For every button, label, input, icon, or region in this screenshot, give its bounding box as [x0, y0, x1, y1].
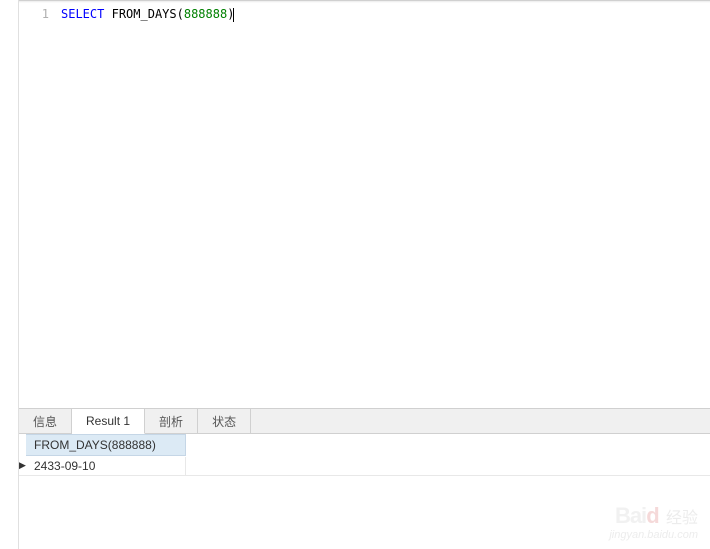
tab-info[interactable]: 信息 [19, 409, 72, 433]
result-cell-value: 2433-09-10 [34, 459, 95, 473]
table-row[interactable]: ▶ 2433-09-10 [19, 456, 710, 476]
tab-status-label: 状态 [212, 413, 236, 430]
code-area[interactable]: SELECT FROM_DAYS(888888) [61, 1, 710, 408]
main-container: 1 SELECT FROM_DAYS(888888) 信息 Result 1 剖… [18, 0, 710, 549]
results-tabs-bar: 信息 Result 1 剖析 状态 [19, 408, 710, 434]
current-row-marker-icon: ▶ [19, 460, 26, 471]
tab-status[interactable]: 状态 [198, 409, 251, 433]
keyword-select: SELECT [61, 7, 104, 21]
tab-info-label: 信息 [33, 413, 57, 430]
code-line-1[interactable]: SELECT FROM_DAYS(888888) [61, 5, 710, 23]
result-column-header[interactable]: FROM_DAYS(888888) [26, 434, 186, 456]
line-number-gutter: 1 [19, 1, 61, 408]
sql-editor-pane[interactable]: 1 SELECT FROM_DAYS(888888) [19, 0, 710, 408]
function-name: FROM_DAYS [112, 7, 177, 21]
results-pane: FROM_DAYS(888888) ▶ 2433-09-10 [19, 434, 710, 549]
numeric-argument: 888888 [184, 7, 227, 21]
tab-result1[interactable]: Result 1 [72, 409, 145, 434]
tab-result1-label: Result 1 [86, 414, 130, 428]
editor-content: 1 SELECT FROM_DAYS(888888) [19, 1, 710, 408]
column-header-text: FROM_DAYS(888888) [34, 438, 156, 452]
result-cell[interactable]: 2433-09-10 [26, 457, 186, 475]
text-cursor [233, 8, 234, 22]
tab-profile[interactable]: 剖析 [145, 409, 198, 433]
tab-profile-label: 剖析 [159, 413, 183, 430]
paren-open: ( [177, 7, 184, 21]
line-number: 1 [19, 5, 49, 23]
